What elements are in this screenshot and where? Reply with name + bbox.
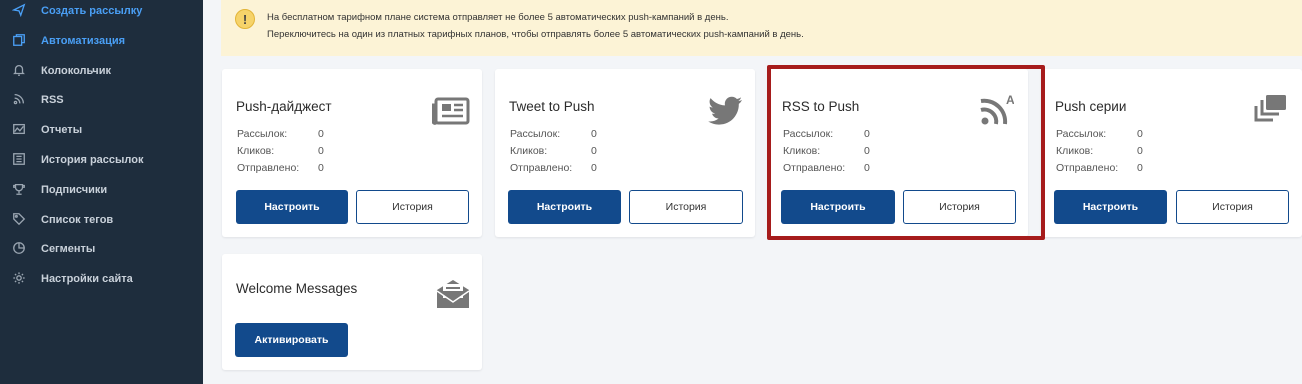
stat-value-clicks: 0 bbox=[318, 145, 324, 157]
stat-label-clicks: Кликов: bbox=[783, 145, 821, 157]
svg-text:A: A bbox=[1006, 93, 1014, 107]
envelope-letter-icon bbox=[434, 276, 472, 310]
stat-value-mailings: 0 bbox=[864, 128, 870, 140]
sidebar-item-segments[interactable]: Сегменты bbox=[0, 236, 203, 262]
sidebar-item-create-mailing[interactable]: Создать рассылку bbox=[0, 0, 203, 24]
history-button[interactable]: История bbox=[1176, 190, 1289, 224]
sidebar-item-tags[interactable]: Список тегов bbox=[0, 207, 203, 233]
card-title: Push-дайджест bbox=[236, 99, 332, 114]
sidebar-item-subscribers[interactable]: Подписчики bbox=[0, 177, 203, 203]
card-title: Welcome Messages bbox=[236, 281, 358, 296]
notice-line-2: Переключитесь на один из платных тарифны… bbox=[267, 29, 804, 40]
reports-icon bbox=[11, 121, 27, 137]
stat-label-sent: Отправлено: bbox=[237, 162, 300, 174]
stat-value-sent: 0 bbox=[864, 162, 870, 174]
stat-value-sent: 0 bbox=[318, 162, 324, 174]
card-tweet-to-push: Tweet to Push Рассылок: 0 Кликов: 0 Отпр… bbox=[495, 69, 755, 237]
sidebar-item-site-settings[interactable]: Настройки сайта bbox=[0, 266, 203, 292]
card-title: Tweet to Push bbox=[509, 99, 595, 114]
send-icon bbox=[11, 2, 27, 18]
stat-label-clicks: Кликов: bbox=[510, 145, 548, 157]
rss-icon bbox=[11, 91, 27, 107]
stat-value-mailings: 0 bbox=[318, 128, 324, 140]
bell-icon bbox=[11, 62, 27, 78]
card-title: RSS to Push bbox=[782, 99, 860, 114]
stat-value-mailings: 0 bbox=[1137, 128, 1143, 140]
stat-label-mailings: Рассылок: bbox=[1056, 128, 1107, 140]
stat-label-mailings: Рассылок: bbox=[237, 128, 288, 140]
plan-limit-notice: ! На бесплатном тарифном плане система о… bbox=[221, 0, 1302, 56]
configure-button[interactable]: Настроить bbox=[781, 190, 895, 224]
sidebar-item-rss[interactable]: RSS bbox=[0, 87, 203, 113]
gear-icon bbox=[11, 270, 27, 286]
stat-label-clicks: Кликов: bbox=[237, 145, 275, 157]
configure-button[interactable]: Настроить bbox=[508, 190, 621, 224]
subscribers-icon bbox=[11, 181, 27, 197]
warning-icon: ! bbox=[235, 9, 255, 29]
configure-button[interactable]: Настроить bbox=[1054, 190, 1167, 224]
stat-label-mailings: Рассылок: bbox=[510, 128, 561, 140]
stat-value-sent: 0 bbox=[1137, 162, 1143, 174]
stat-value-clicks: 0 bbox=[591, 145, 597, 157]
stat-label-sent: Отправлено: bbox=[783, 162, 846, 174]
history-button[interactable]: История bbox=[356, 190, 469, 224]
history-button[interactable]: История bbox=[903, 190, 1016, 224]
stat-label-clicks: Кликов: bbox=[1056, 145, 1094, 157]
twitter-icon bbox=[707, 93, 745, 127]
notice-line-1: На бесплатном тарифном плане система отп… bbox=[267, 12, 729, 23]
stat-value-sent: 0 bbox=[591, 162, 597, 174]
card-title: Push серии bbox=[1055, 99, 1127, 114]
card-welcome-messages: Welcome Messages Активировать bbox=[222, 254, 482, 370]
segments-icon bbox=[11, 240, 27, 256]
card-push-digest: Push-дайджест Рассылок: 0 Кликов: 0 Отпр… bbox=[222, 69, 482, 237]
rss-a-icon: A bbox=[976, 93, 1015, 127]
stat-label-mailings: Рассылок: bbox=[783, 128, 834, 140]
sidebar: Создать рассылку Автоматизация Колокольч… bbox=[0, 0, 203, 384]
activate-button[interactable]: Активировать bbox=[235, 323, 348, 357]
configure-button[interactable]: Настроить bbox=[236, 190, 348, 224]
card-push-series: Push серии Рассылок: 0 Кликов: 0 Отправл… bbox=[1041, 69, 1302, 237]
card-rss-to-push: RSS to Push A Рассылок: 0 Кликов: 0 Отпр… bbox=[768, 69, 1028, 237]
sidebar-item-automation[interactable]: Автоматизация bbox=[0, 28, 203, 54]
newspaper-icon bbox=[431, 93, 470, 127]
stat-value-clicks: 0 bbox=[1137, 145, 1143, 157]
stat-label-sent: Отправлено: bbox=[510, 162, 573, 174]
automation-icon bbox=[11, 32, 27, 48]
stat-label-sent: Отправлено: bbox=[1056, 162, 1119, 174]
stat-value-clicks: 0 bbox=[864, 145, 870, 157]
sidebar-item-reports[interactable]: Отчеты bbox=[0, 117, 203, 143]
tag-icon bbox=[11, 211, 27, 227]
sidebar-item-bell[interactable]: Колокольчик bbox=[0, 58, 203, 84]
sidebar-item-history[interactable]: История рассылок bbox=[0, 147, 203, 173]
history-icon bbox=[11, 151, 27, 167]
stat-value-mailings: 0 bbox=[591, 128, 597, 140]
history-button[interactable]: История bbox=[629, 190, 743, 224]
series-icon bbox=[1251, 93, 1289, 127]
